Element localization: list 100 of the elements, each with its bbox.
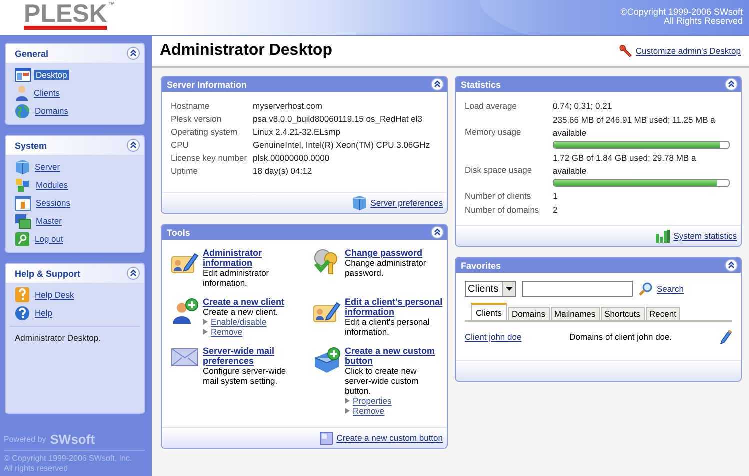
- sidebar-item[interactable]: Server: [33, 162, 62, 172]
- field-value: GenuineIntel, Intel(R) Xeon(TM) CPU 3.06GHz: [253, 139, 432, 152]
- tool-description: Edit administrator information.: [203, 268, 270, 288]
- collapse-icon[interactable]: [431, 226, 444, 239]
- tool-link[interactable]: Server-wide mail preferences: [203, 346, 301, 366]
- field-label: Plesk version: [171, 113, 223, 126]
- copyright-text: ©Copyright 1999-2006 SWsoft: [620, 8, 743, 17]
- collapse-icon[interactable]: [127, 47, 140, 60]
- tool-link[interactable]: Change password: [345, 248, 443, 258]
- windows-icon: [15, 214, 31, 228]
- field-label: Disk space usage: [465, 164, 534, 177]
- field-label: Number of domains: [465, 204, 540, 217]
- favorite-link[interactable]: Client john doe: [465, 332, 522, 342]
- tool-description: Click to create new server-wide custom button.: [345, 366, 420, 396]
- sidebar-item[interactable]: Sessions: [34, 198, 72, 208]
- powered-by-text: Powered by: [4, 435, 46, 444]
- search-icon[interactable]: [639, 282, 653, 296]
- field-value: 1: [553, 190, 559, 203]
- category-select[interactable]: Clients: [465, 281, 516, 297]
- calendar-icon: [15, 196, 31, 210]
- collapse-icon[interactable]: [127, 267, 140, 280]
- window-icon: [15, 68, 31, 82]
- customize-link[interactable]: Customize admin's Desktop: [636, 46, 741, 56]
- tool-link[interactable]: Create a new custom button: [345, 346, 443, 366]
- square-icon: [320, 432, 333, 444]
- section-title: General: [15, 48, 49, 58]
- blocks-icon: [15, 178, 31, 192]
- panel-title: Favorites: [461, 260, 502, 270]
- help-icon[interactable]: [15, 306, 30, 320]
- field-label: CPU: [171, 139, 190, 152]
- field-label: Load average: [465, 100, 518, 113]
- sub-link[interactable]: Remove: [211, 327, 243, 337]
- field-value: plsk.00000000.0000: [253, 152, 331, 165]
- tool-description: Create a new client.: [203, 307, 280, 317]
- tool-link[interactable]: Create a new client: [203, 297, 285, 307]
- globe-icon: [15, 104, 30, 118]
- page-title: Administrator Desktop: [160, 42, 332, 60]
- description-text: Administrator Desktop.: [10, 326, 140, 413]
- field-value: psa v8.0.0_build80060119.15 os_RedHat el3: [253, 113, 424, 126]
- collapse-icon[interactable]: [127, 139, 140, 152]
- field-value: 0.74; 0.31; 0.21: [553, 100, 614, 113]
- copyright-text: All Rights Reserved: [664, 17, 743, 26]
- footer-link[interactable]: Create a new custom button: [336, 433, 443, 443]
- field-value: 1.72 GB of 1.84 GB used; 29.78 MB a available: [553, 152, 698, 178]
- footer-link[interactable]: System statistics: [674, 231, 737, 241]
- sidebar-item[interactable]: Modules: [34, 180, 70, 190]
- sub-link[interactable]: Enable/disable: [211, 317, 267, 327]
- tool-link[interactable]: Edit a client's personal information: [345, 297, 443, 317]
- field-value: 235.66 MB of 246.91 MB used; 11.25 MB a available: [553, 114, 716, 140]
- copyright-text: All rights reserved: [4, 464, 70, 474]
- field-label: Uptime: [171, 165, 199, 178]
- panel-title: Tools: [167, 228, 190, 238]
- person-icon: [15, 85, 29, 101]
- tool-description: Configure server-wide mail system setting.: [203, 366, 288, 386]
- panel-title: Server Information: [167, 80, 248, 90]
- envelope-icon: [171, 346, 199, 368]
- sidebar-item[interactable]: Help Desk: [33, 290, 76, 300]
- search-field[interactable]: [522, 281, 633, 297]
- sub-link[interactable]: Remove: [353, 406, 385, 416]
- tab[interactable]: Shortcuts: [600, 307, 645, 320]
- panel-title: Statistics: [461, 80, 502, 90]
- section-title: Help & Support: [15, 268, 80, 278]
- favorite-description: Domains of client john doe.: [570, 332, 672, 342]
- collapse-icon[interactable]: [431, 78, 444, 91]
- field-label: Operating system: [171, 126, 239, 139]
- field-label: Number of clients: [465, 190, 532, 203]
- vendor-logo: SWsoft: [50, 432, 96, 447]
- field-label: Memory usage: [465, 126, 522, 139]
- sidebar-item[interactable]: Domains: [33, 106, 71, 116]
- sidebar-item[interactable]: Log out: [33, 234, 66, 244]
- tab[interactable]: Mailnames: [550, 307, 600, 320]
- bar-chart-icon: [656, 230, 670, 242]
- search-link[interactable]: Search: [657, 284, 684, 294]
- cube-add-icon: [313, 346, 341, 374]
- field-value: Linux 2.4.21-32.ELsmp: [253, 126, 342, 139]
- sidebar-item[interactable]: Clients: [32, 88, 62, 98]
- collapse-icon[interactable]: [725, 259, 738, 272]
- collapse-icon[interactable]: [725, 78, 738, 91]
- sidebar-item[interactable]: Help: [33, 308, 54, 318]
- question-icon: [15, 287, 30, 303]
- cube-icon: [352, 195, 367, 211]
- tab[interactable]: Recent: [646, 307, 680, 320]
- section-title: System: [15, 140, 48, 150]
- person-add-icon: [171, 297, 199, 325]
- tab[interactable]: Clients: [471, 303, 507, 320]
- logo-text: PLESK: [24, 2, 108, 30]
- field-label: License key number: [171, 152, 248, 165]
- tab[interactable]: Domains: [508, 307, 550, 320]
- pencil-icon[interactable]: [720, 330, 732, 344]
- field-value: myserverhost.com: [253, 100, 324, 113]
- copyright-text: © Copyright 1999-2006 SWsoft, Inc.: [4, 454, 134, 464]
- sidebar-item[interactable]: Desktop: [34, 70, 70, 80]
- tool-link[interactable]: Administrator information: [203, 248, 301, 268]
- tool-description: Edit a client's personal information.: [345, 317, 431, 337]
- sidebar-item[interactable]: Master: [34, 216, 64, 226]
- footer-link[interactable]: Server preferences: [370, 198, 443, 208]
- tool-description: Change administrator password.: [345, 258, 428, 278]
- cube-icon: [15, 159, 30, 175]
- sub-link[interactable]: Properties: [353, 396, 392, 406]
- dropdown-icon: [506, 287, 512, 291]
